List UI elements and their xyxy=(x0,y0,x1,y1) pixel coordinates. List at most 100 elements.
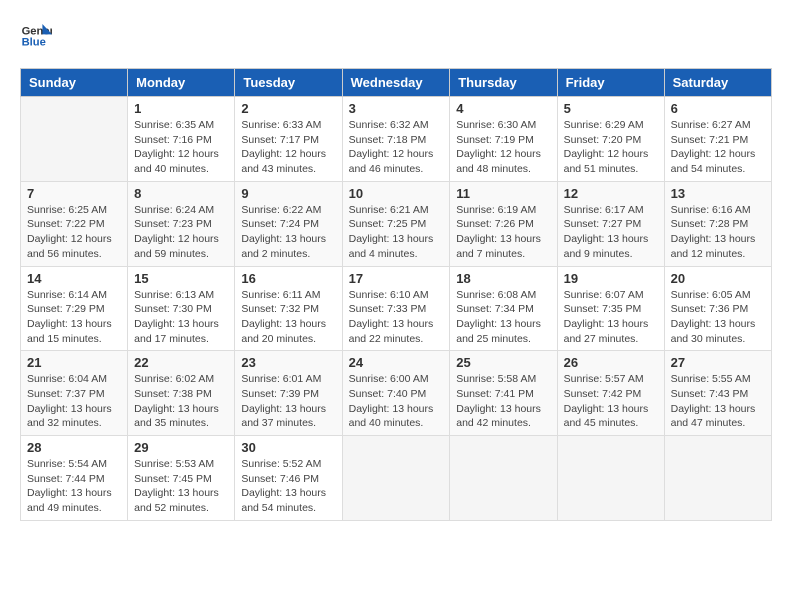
day-number: 13 xyxy=(671,186,765,201)
day-info: Sunrise: 6:29 AMSunset: 7:20 PMDaylight:… xyxy=(564,118,658,177)
day-number: 28 xyxy=(27,440,121,455)
calendar-week-row: 14Sunrise: 6:14 AMSunset: 7:29 PMDayligh… xyxy=(21,266,772,351)
weekday-header-thursday: Thursday xyxy=(450,69,557,97)
calendar-cell: 18Sunrise: 6:08 AMSunset: 7:34 PMDayligh… xyxy=(450,266,557,351)
day-number: 22 xyxy=(134,355,228,370)
day-info: Sunrise: 5:53 AMSunset: 7:45 PMDaylight:… xyxy=(134,457,228,516)
calendar-cell: 23 Sunrise: 6:01 AMSunset: 7:39 PMDayligh… xyxy=(235,351,342,436)
day-info: Sunrise: 6:00 AMSunset: 7:40 PMDaylight:… xyxy=(349,372,444,431)
day-number: 12 xyxy=(564,186,658,201)
logo: General Blue xyxy=(20,20,52,52)
calendar-cell: 6 Sunrise: 6:27 AMSunset: 7:21 PMDaylight… xyxy=(664,97,771,182)
day-info: Sunrise: 6:22 AMSunset: 7:24 PMDaylight:… xyxy=(241,203,335,262)
calendar-cell xyxy=(21,97,128,182)
day-info: Sunrise: 6:04 AMSunset: 7:37 PMDaylight:… xyxy=(27,372,121,431)
day-info: Sunrise: 6:07 AMSunset: 7:35 PMDaylight:… xyxy=(564,288,658,347)
calendar-cell: 10 Sunrise: 6:21 AMSunset: 7:25 PMDayligh… xyxy=(342,181,450,266)
calendar-cell: 22 Sunrise: 6:02 AMSunset: 7:38 PMDayligh… xyxy=(128,351,235,436)
calendar-week-row: 1Sunrise: 6:35 AMSunset: 7:16 PMDaylight… xyxy=(21,97,772,182)
day-number: 21 xyxy=(27,355,121,370)
calendar-cell: 20 Sunrise: 6:05 AMSunset: 7:36 PMDayligh… xyxy=(664,266,771,351)
weekday-header-tuesday: Tuesday xyxy=(235,69,342,97)
day-number: 29 xyxy=(134,440,228,455)
calendar-table: SundayMondayTuesdayWednesdayThursdayFrid… xyxy=(20,68,772,521)
day-number: 8 xyxy=(134,186,228,201)
day-number: 27 xyxy=(671,355,765,370)
weekday-header-friday: Friday xyxy=(557,69,664,97)
weekday-header-row: SundayMondayTuesdayWednesdayThursdayFrid… xyxy=(21,69,772,97)
day-info: Sunrise: 5:58 AMSunset: 7:41 PMDaylight:… xyxy=(456,372,550,431)
day-number: 1 xyxy=(134,101,228,116)
day-info: Sunrise: 6:13 AMSunset: 7:30 PMDaylight:… xyxy=(134,288,228,347)
calendar-cell: 9Sunrise: 6:22 AMSunset: 7:24 PMDaylight… xyxy=(235,181,342,266)
day-number: 11 xyxy=(456,186,550,201)
calendar-cell: 21 Sunrise: 6:04 AMSunset: 7:37 PMDayligh… xyxy=(21,351,128,436)
calendar-cell: 15 Sunrise: 6:13 AMSunset: 7:30 PMDayligh… xyxy=(128,266,235,351)
calendar-cell xyxy=(557,436,664,521)
weekday-header-monday: Monday xyxy=(128,69,235,97)
calendar-week-row: 21 Sunrise: 6:04 AMSunset: 7:37 PMDayligh… xyxy=(21,351,772,436)
day-info: Sunrise: 6:14 AMSunset: 7:29 PMDaylight:… xyxy=(27,288,121,347)
calendar-week-row: 28 Sunrise: 5:54 AMSunset: 7:44 PMDayligh… xyxy=(21,436,772,521)
calendar-cell: 3Sunrise: 6:32 AMSunset: 7:18 PMDaylight… xyxy=(342,97,450,182)
day-number: 26 xyxy=(564,355,658,370)
weekday-header-wednesday: Wednesday xyxy=(342,69,450,97)
day-info: Sunrise: 6:30 AMSunset: 7:19 PMDaylight:… xyxy=(456,118,550,177)
weekday-header-sunday: Sunday xyxy=(21,69,128,97)
day-number: 16 xyxy=(241,271,335,286)
calendar-cell: 14Sunrise: 6:14 AMSunset: 7:29 PMDayligh… xyxy=(21,266,128,351)
day-number: 5 xyxy=(564,101,658,116)
day-number: 4 xyxy=(456,101,550,116)
day-info: Sunrise: 6:17 AMSunset: 7:27 PMDaylight:… xyxy=(564,203,658,262)
calendar-cell: 24Sunrise: 6:00 AMSunset: 7:40 PMDayligh… xyxy=(342,351,450,436)
day-number: 7 xyxy=(27,186,121,201)
day-info: Sunrise: 6:19 AMSunset: 7:26 PMDaylight:… xyxy=(456,203,550,262)
calendar-cell: 17 Sunrise: 6:10 AMSunset: 7:33 PMDayligh… xyxy=(342,266,450,351)
calendar-cell: 1Sunrise: 6:35 AMSunset: 7:16 PMDaylight… xyxy=(128,97,235,182)
calendar-cell: 26 Sunrise: 5:57 AMSunset: 7:42 PMDayligh… xyxy=(557,351,664,436)
day-number: 6 xyxy=(671,101,765,116)
calendar-cell: 16 Sunrise: 6:11 AMSunset: 7:32 PMDayligh… xyxy=(235,266,342,351)
day-number: 23 xyxy=(241,355,335,370)
calendar-cell: 8Sunrise: 6:24 AMSunset: 7:23 PMDaylight… xyxy=(128,181,235,266)
calendar-cell: 25 Sunrise: 5:58 AMSunset: 7:41 PMDayligh… xyxy=(450,351,557,436)
calendar-cell: 30 Sunrise: 5:52 AMSunset: 7:46 PMDayligh… xyxy=(235,436,342,521)
calendar-cell: 7Sunrise: 6:25 AMSunset: 7:22 PMDaylight… xyxy=(21,181,128,266)
day-number: 17 xyxy=(349,271,444,286)
calendar-week-row: 7Sunrise: 6:25 AMSunset: 7:22 PMDaylight… xyxy=(21,181,772,266)
calendar-cell: 5 Sunrise: 6:29 AMSunset: 7:20 PMDaylight… xyxy=(557,97,664,182)
day-number: 20 xyxy=(671,271,765,286)
calendar-cell: 12 Sunrise: 6:17 AMSunset: 7:27 PMDayligh… xyxy=(557,181,664,266)
day-info: Sunrise: 6:33 AMSunset: 7:17 PMDaylight:… xyxy=(241,118,335,177)
day-info: Sunrise: 6:02 AMSunset: 7:38 PMDaylight:… xyxy=(134,372,228,431)
day-number: 10 xyxy=(349,186,444,201)
calendar-cell: 27 Sunrise: 5:55 AMSunset: 7:43 PMDayligh… xyxy=(664,351,771,436)
calendar-cell xyxy=(450,436,557,521)
day-number: 25 xyxy=(456,355,550,370)
day-info: Sunrise: 5:55 AMSunset: 7:43 PMDaylight:… xyxy=(671,372,765,431)
calendar-cell: 11 Sunrise: 6:19 AMSunset: 7:26 PMDayligh… xyxy=(450,181,557,266)
calendar-cell: 2 Sunrise: 6:33 AMSunset: 7:17 PMDaylight… xyxy=(235,97,342,182)
calendar-body: 1Sunrise: 6:35 AMSunset: 7:16 PMDaylight… xyxy=(21,97,772,521)
day-number: 15 xyxy=(134,271,228,286)
calendar-cell xyxy=(664,436,771,521)
day-number: 2 xyxy=(241,101,335,116)
day-info: Sunrise: 6:32 AMSunset: 7:18 PMDaylight:… xyxy=(349,118,444,177)
day-info: Sunrise: 6:01 AMSunset: 7:39 PMDaylight:… xyxy=(241,372,335,431)
weekday-header-saturday: Saturday xyxy=(664,69,771,97)
day-info: Sunrise: 5:54 AMSunset: 7:44 PMDaylight:… xyxy=(27,457,121,516)
day-info: Sunrise: 6:10 AMSunset: 7:33 PMDaylight:… xyxy=(349,288,444,347)
calendar-cell: 13Sunrise: 6:16 AMSunset: 7:28 PMDayligh… xyxy=(664,181,771,266)
day-info: Sunrise: 6:11 AMSunset: 7:32 PMDaylight:… xyxy=(241,288,335,347)
day-info: Sunrise: 5:52 AMSunset: 7:46 PMDaylight:… xyxy=(241,457,335,516)
day-info: Sunrise: 6:27 AMSunset: 7:21 PMDaylight:… xyxy=(671,118,765,177)
day-info: Sunrise: 6:05 AMSunset: 7:36 PMDaylight:… xyxy=(671,288,765,347)
logo-icon: General Blue xyxy=(20,20,52,52)
svg-text:Blue: Blue xyxy=(22,37,46,49)
day-info: Sunrise: 5:57 AMSunset: 7:42 PMDaylight:… xyxy=(564,372,658,431)
day-number: 19 xyxy=(564,271,658,286)
day-number: 30 xyxy=(241,440,335,455)
calendar-cell xyxy=(342,436,450,521)
day-info: Sunrise: 6:21 AMSunset: 7:25 PMDaylight:… xyxy=(349,203,444,262)
calendar-header: SundayMondayTuesdayWednesdayThursdayFrid… xyxy=(21,69,772,97)
